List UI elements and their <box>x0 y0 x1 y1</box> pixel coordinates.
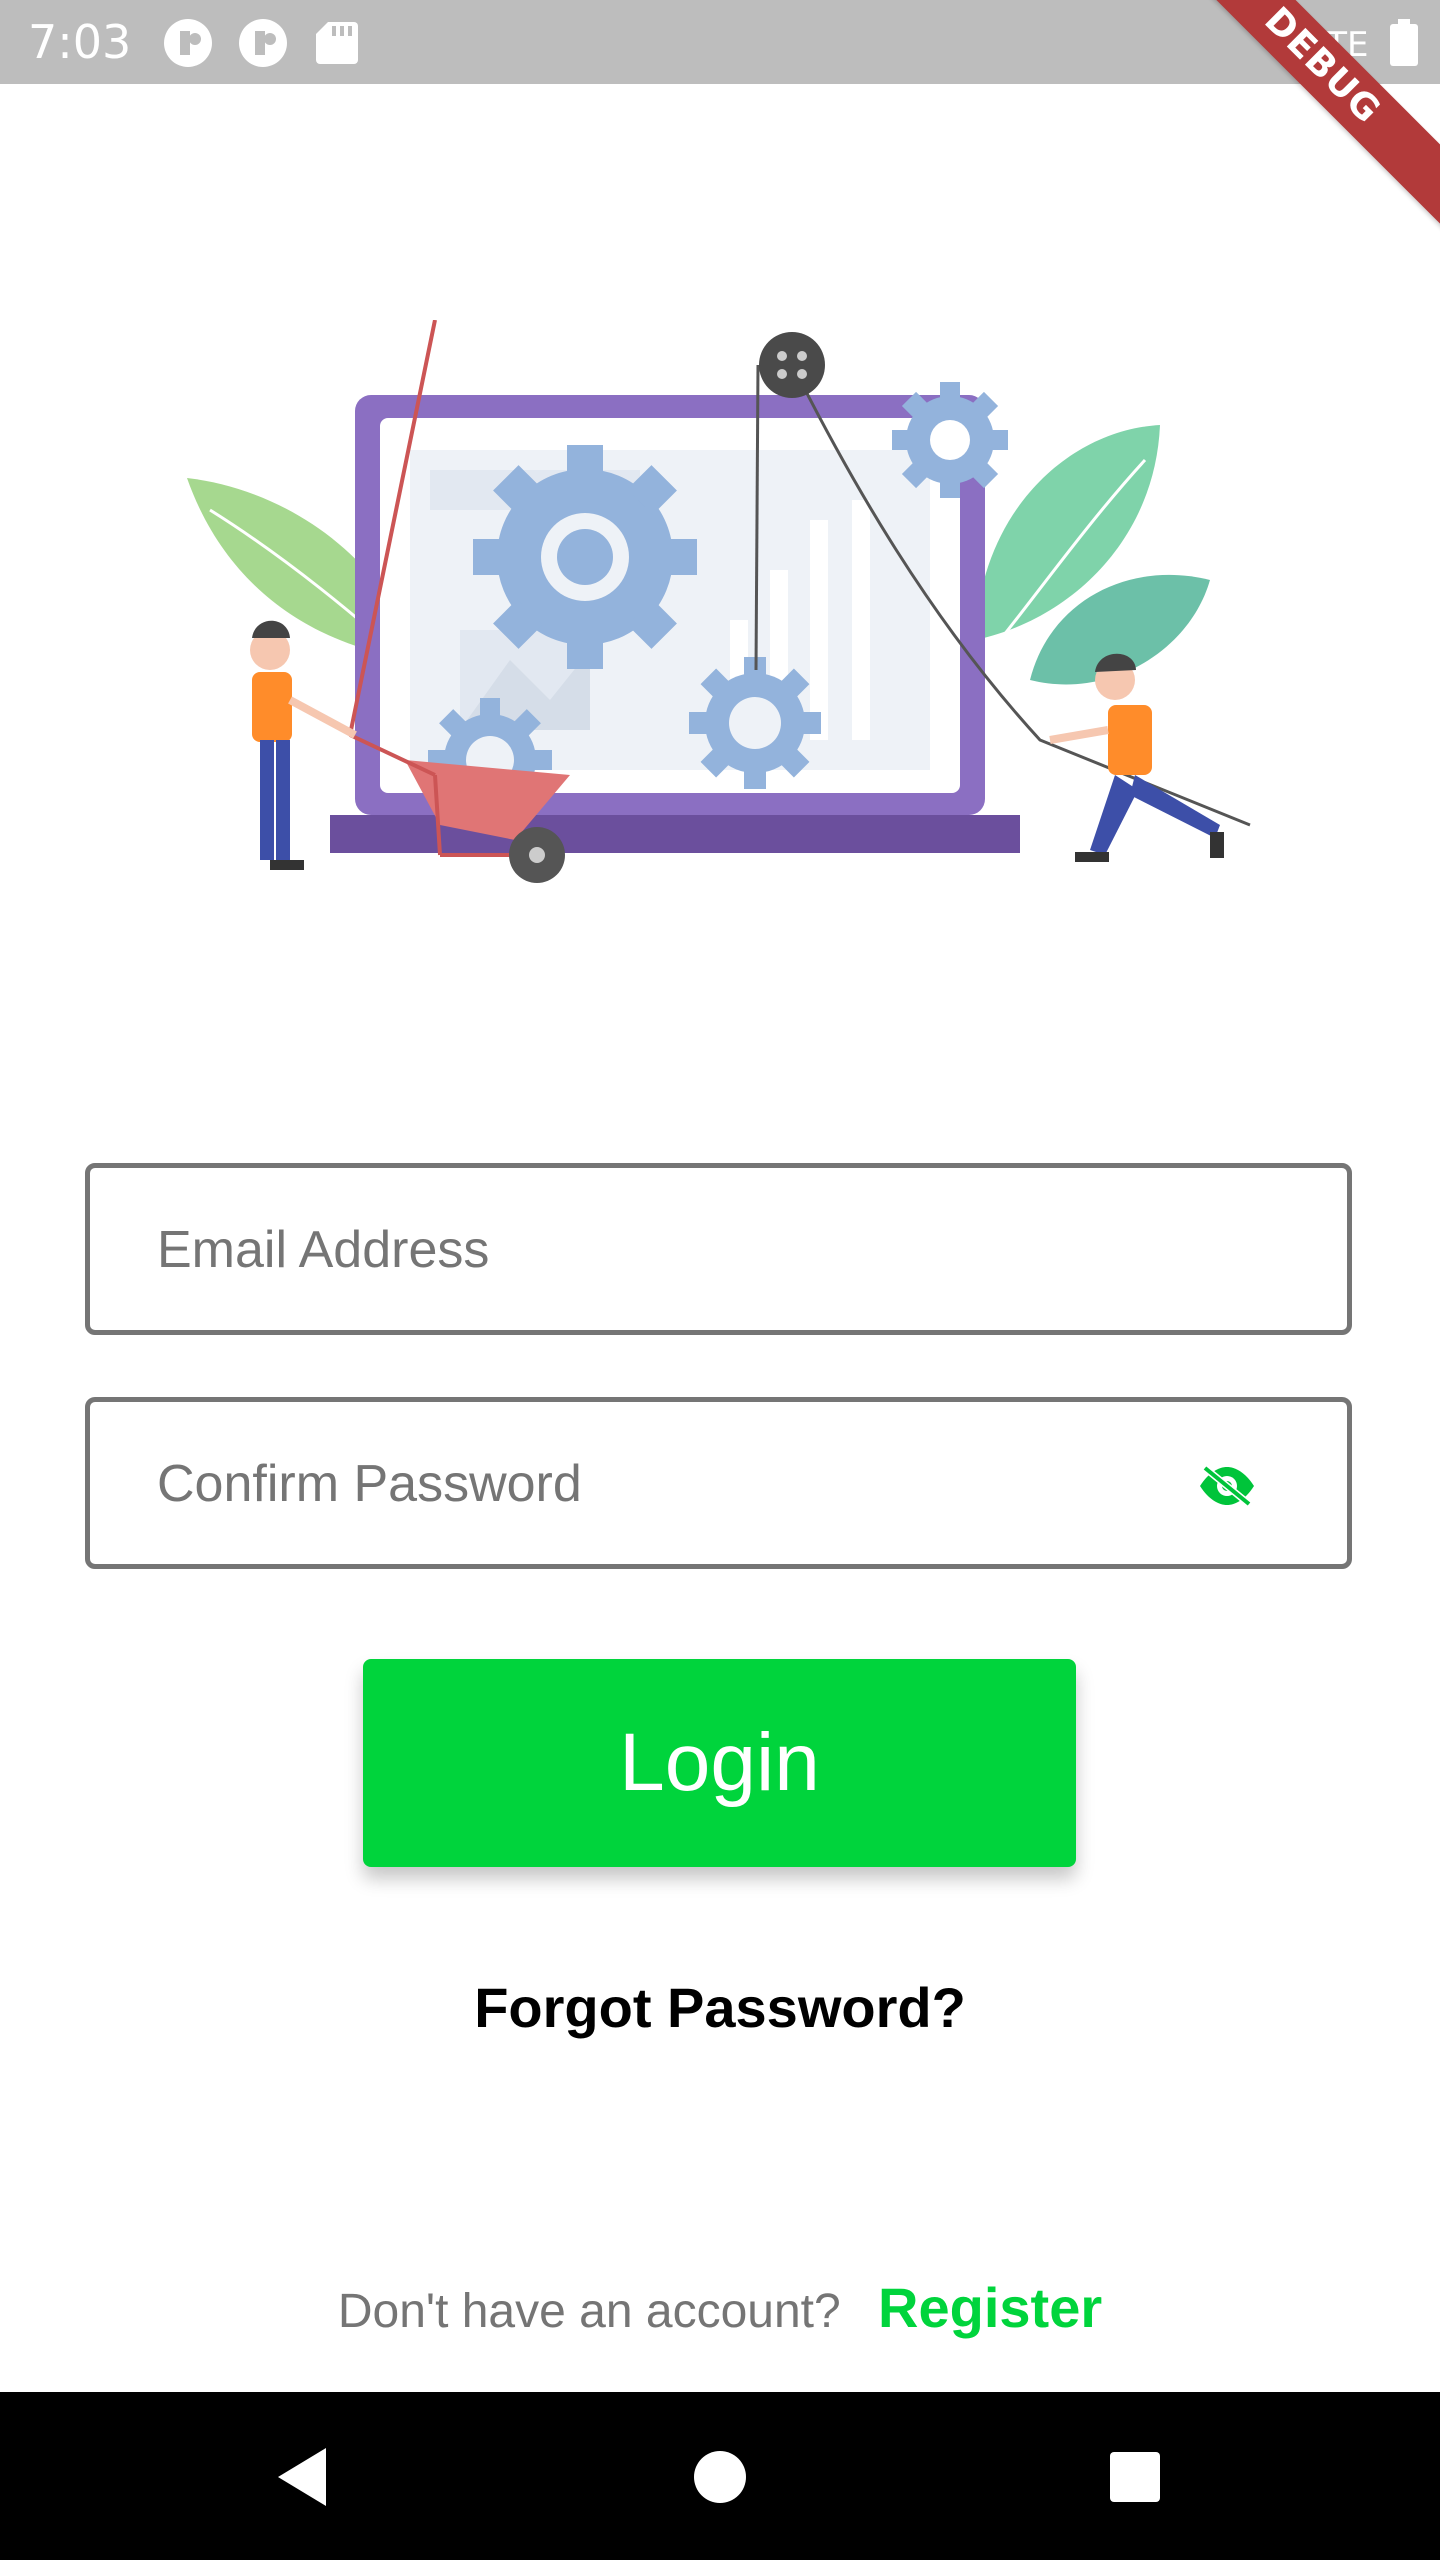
recents-icon[interactable] <box>1100 2442 1170 2512</box>
battery-icon <box>1390 19 1418 66</box>
login-button[interactable]: Login <box>363 1659 1076 1867</box>
visibility-off-icon[interactable] <box>1197 1464 1257 1508</box>
status-notification-icons <box>164 19 358 67</box>
password-input[interactable] <box>155 1402 1159 1566</box>
status-bar: 7:03 LTE <box>0 0 1440 84</box>
gears-laptop-illustration <box>187 320 1251 883</box>
navigation-bar <box>0 2392 1440 2560</box>
email-field[interactable] <box>85 1163 1352 1335</box>
home-icon[interactable] <box>685 2442 755 2512</box>
sd-card-icon <box>316 22 358 64</box>
forgot-password-link[interactable]: Forgot Password? <box>0 1975 1440 2040</box>
notification-icon <box>239 19 287 67</box>
back-icon[interactable] <box>268 2442 338 2512</box>
register-link[interactable]: Register <box>878 2276 1102 2339</box>
password-field[interactable] <box>85 1397 1352 1569</box>
register-prompt: Don't have an account? <box>337 2285 841 2338</box>
status-time: 7:03 <box>28 15 132 69</box>
notification-icon <box>164 19 212 67</box>
register-row: Don't have an account? Register <box>0 2275 1440 2340</box>
email-input[interactable] <box>155 1168 1159 1332</box>
